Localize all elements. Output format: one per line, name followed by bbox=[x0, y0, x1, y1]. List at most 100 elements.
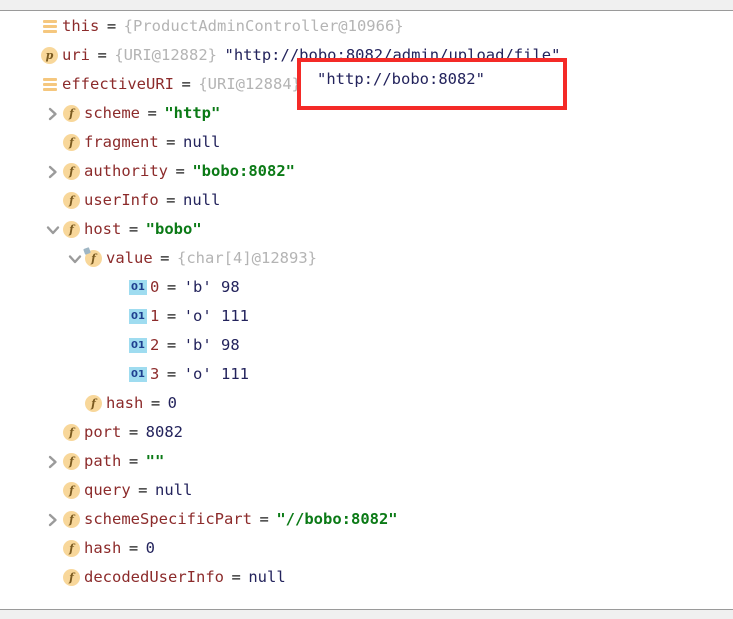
variable-row[interactable]: 01 0 = 'b' 98 bbox=[0, 273, 733, 302]
variable-name: 2 bbox=[150, 336, 160, 354]
panel-top-divider bbox=[0, 0, 733, 11]
variable-name: scheme bbox=[84, 104, 140, 122]
chevron-placeholder bbox=[110, 360, 128, 389]
chevron-placeholder bbox=[66, 389, 84, 418]
variable-row[interactable]: this = {ProductAdminController@10966} bbox=[0, 12, 733, 41]
variable-value: "//bobo:8082" bbox=[276, 510, 398, 528]
variable-name: authority bbox=[84, 162, 168, 180]
chevron-placeholder bbox=[44, 534, 62, 563]
field-circle-icon: f bbox=[62, 563, 84, 592]
equals-sign: = bbox=[150, 394, 161, 412]
variable-row[interactable]: f path = "" bbox=[0, 447, 733, 476]
chevron-down-icon[interactable] bbox=[44, 215, 62, 244]
chevron-placeholder bbox=[110, 302, 128, 331]
equals-sign: = bbox=[128, 220, 139, 238]
equals-sign: = bbox=[166, 133, 176, 151]
variable-name: fragment bbox=[84, 133, 159, 151]
array-index-icon: 01 bbox=[128, 302, 150, 331]
variable-value: 8082 bbox=[145, 423, 183, 441]
field-circle-badge-icon: f bbox=[83, 244, 106, 273]
variable-name: schemeSpecificPart bbox=[84, 510, 252, 528]
equals-sign: = bbox=[166, 307, 177, 325]
chevron-right-icon[interactable] bbox=[44, 505, 62, 534]
variable-row[interactable]: f hash = 0 bbox=[0, 534, 733, 563]
equals-sign: = bbox=[128, 452, 139, 470]
equals-sign: = bbox=[231, 568, 241, 586]
variable-value: 'b' 98 bbox=[183, 278, 240, 296]
field-circle-icon: f bbox=[62, 534, 84, 563]
equals-sign: = bbox=[128, 423, 139, 441]
variable-name: userInfo bbox=[84, 191, 159, 209]
chevron-placeholder bbox=[110, 331, 128, 360]
chevron-down-icon[interactable] bbox=[66, 244, 84, 273]
chevron-placeholder bbox=[22, 12, 40, 41]
variable-name: query bbox=[84, 481, 131, 499]
variable-row[interactable]: f decodedUserInfo = null bbox=[0, 563, 733, 592]
variable-value: "http" bbox=[164, 104, 221, 122]
debugger-variables-panel: this = {ProductAdminController@10966} p uri =… bbox=[0, 0, 733, 619]
type-hint: {URI@12884} bbox=[198, 75, 301, 93]
equals-sign: = bbox=[166, 278, 177, 296]
equals-sign: = bbox=[106, 17, 117, 35]
equals-sign: = bbox=[166, 365, 177, 383]
variable-name: this bbox=[62, 17, 100, 35]
type-hint: {URI@12882} bbox=[114, 46, 217, 64]
object-bars-icon bbox=[40, 12, 62, 41]
variable-name: effectiveURI bbox=[62, 75, 174, 93]
variable-row[interactable]: f value = {char[4]@12893} bbox=[0, 244, 733, 273]
variable-row[interactable]: f port = 8082 bbox=[0, 418, 733, 447]
variable-row[interactable]: f authority = "bobo:8082" bbox=[0, 157, 733, 186]
field-circle-icon: f bbox=[62, 215, 84, 244]
equals-sign: = bbox=[147, 104, 157, 122]
chevron-right-icon[interactable] bbox=[44, 157, 62, 186]
parameter-circle-icon: p bbox=[40, 41, 62, 70]
variable-row[interactable]: f query = null bbox=[0, 476, 733, 505]
field-circle-icon: f bbox=[84, 389, 106, 418]
variable-value: null bbox=[248, 568, 286, 586]
chevron-placeholder bbox=[44, 418, 62, 447]
variable-name: uri bbox=[62, 46, 90, 64]
field-circle-icon: f bbox=[62, 157, 84, 186]
variable-value: 0 bbox=[145, 539, 156, 557]
variable-name: decodedUserInfo bbox=[84, 568, 224, 586]
variable-row[interactable]: f userInfo = null bbox=[0, 186, 733, 215]
chevron-placeholder bbox=[44, 563, 62, 592]
variable-value: 'b' 98 bbox=[183, 336, 240, 354]
array-index-icon: 01 bbox=[128, 360, 150, 389]
field-circle-icon: f bbox=[62, 447, 84, 476]
field-circle-icon: f bbox=[62, 99, 84, 128]
variable-name: path bbox=[84, 452, 122, 470]
chevron-placeholder bbox=[110, 273, 128, 302]
equals-sign: = bbox=[160, 249, 170, 267]
chevron-right-icon[interactable] bbox=[44, 99, 62, 128]
variable-value: "" bbox=[145, 452, 165, 470]
equals-sign: = bbox=[166, 336, 177, 354]
variable-name: 3 bbox=[150, 365, 160, 383]
object-bars-icon bbox=[40, 70, 62, 99]
array-index-icon: 01 bbox=[128, 273, 150, 302]
variable-row[interactable]: 01 1 = 'o' 111 bbox=[0, 302, 733, 331]
chevron-placeholder bbox=[22, 70, 40, 99]
chevron-right-icon[interactable] bbox=[44, 447, 62, 476]
variable-name: hash bbox=[106, 394, 144, 412]
equals-sign: = bbox=[175, 162, 185, 180]
variable-value: "bobo:8082" bbox=[192, 162, 295, 180]
equals-sign: = bbox=[259, 510, 269, 528]
variable-row[interactable]: f fragment = null bbox=[0, 128, 733, 157]
type-hint: {char[4]@12893} bbox=[177, 249, 317, 267]
variable-name: host bbox=[84, 220, 122, 238]
chevron-placeholder bbox=[22, 41, 40, 70]
variable-name: port bbox=[84, 423, 122, 441]
variable-value: 0 bbox=[167, 394, 178, 412]
variable-row[interactable]: f schemeSpecificPart = "//bobo:8082" bbox=[0, 505, 733, 534]
variable-name: 0 bbox=[150, 278, 160, 296]
equals-sign: = bbox=[166, 191, 176, 209]
variable-row[interactable]: f host = "bobo" bbox=[0, 215, 733, 244]
variable-row[interactable]: 01 3 = 'o' 111 bbox=[0, 360, 733, 389]
chevron-placeholder bbox=[44, 128, 62, 157]
variable-row[interactable]: f hash = 0 bbox=[0, 389, 733, 418]
field-circle-icon: f bbox=[62, 476, 84, 505]
variable-value: "bobo" bbox=[145, 220, 202, 238]
variable-row[interactable]: 01 2 = 'b' 98 bbox=[0, 331, 733, 360]
variable-value: null bbox=[155, 481, 193, 499]
